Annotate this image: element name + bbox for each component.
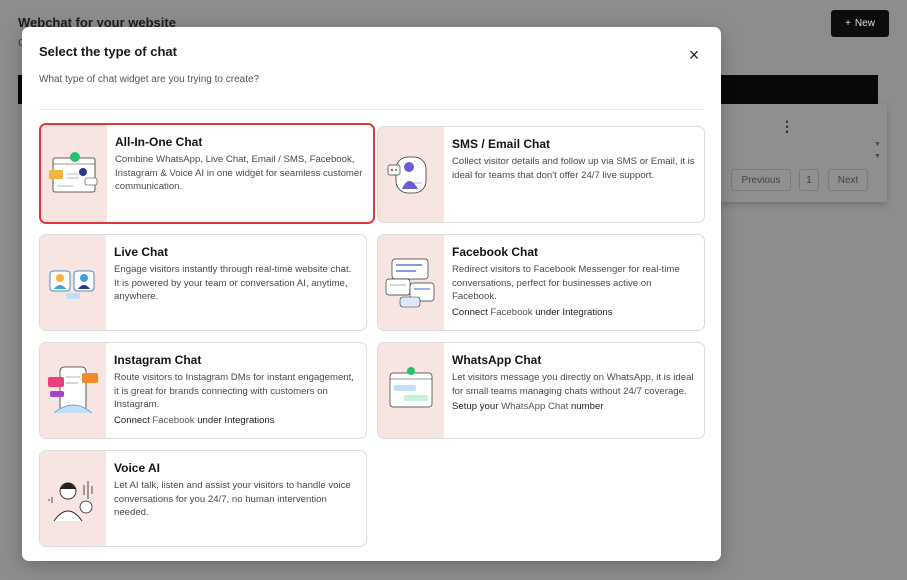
- voice-ai-illustration-icon: [40, 451, 106, 546]
- option-description: Let AI talk, listen and assist your visi…: [114, 480, 351, 519]
- option-title: Facebook Chat: [452, 245, 539, 259]
- note-prefix: Connect: [114, 415, 153, 427]
- note-suffix: under Integrations: [194, 415, 275, 427]
- option-title: Instagram Chat: [114, 353, 202, 367]
- instagram-chat-illustration-icon: [40, 343, 106, 438]
- kebab-menu-icon[interactable]: ⋮: [780, 118, 794, 135]
- modal-title: Select the type of chat: [39, 44, 177, 59]
- previous-page-button[interactable]: Previous: [731, 169, 791, 191]
- note-suffix: under Integrations: [532, 307, 613, 319]
- whatsapp-chat-illustration-icon: [378, 343, 444, 438]
- option-description: Let visitors message you directly on Wha…: [452, 372, 694, 397]
- option-sms-email-chat[interactable]: SMS / Email Chat Collect visitor details…: [377, 126, 705, 223]
- close-icon[interactable]: ×: [685, 46, 703, 64]
- option-note: Setup your WhatsApp Chat number: [452, 400, 696, 414]
- sms-email-illustration-icon: [378, 127, 444, 222]
- option-description: Engage visitors instantly through real-t…: [114, 264, 352, 303]
- modal-subtitle: What type of chat widget are you trying …: [39, 74, 260, 85]
- option-voice-ai[interactable]: Voice AI Let AI talk, listen and assist …: [39, 450, 367, 547]
- note-suffix: number: [568, 401, 604, 413]
- option-title: All-In-One Chat: [115, 135, 203, 149]
- new-button[interactable]: + New: [831, 10, 889, 37]
- option-title: WhatsApp Chat: [452, 353, 542, 367]
- option-description: Route visitors to Instagram DMs for inst…: [114, 372, 354, 411]
- option-all-in-one-chat[interactable]: All-In-One Chat Combine WhatsApp, Live C…: [39, 123, 375, 224]
- option-description: Combine WhatsApp, Live Chat, Email / SMS…: [115, 154, 363, 193]
- option-title: SMS / Email Chat: [452, 137, 551, 151]
- facebook-integration-link[interactable]: Facebook: [152, 415, 194, 426]
- next-page-button[interactable]: Next: [828, 169, 868, 191]
- option-whatsapp-chat[interactable]: WhatsApp Chat Let visitors message you d…: [377, 342, 705, 439]
- option-facebook-chat[interactable]: Facebook Chat Redirect visitors to Faceb…: [377, 234, 705, 331]
- option-description: Redirect visitors to Facebook Messenger …: [452, 264, 680, 303]
- option-instagram-chat[interactable]: Instagram Chat Route visitors to Instagr…: [39, 342, 367, 439]
- note-prefix: Connect: [452, 307, 491, 319]
- live-chat-illustration-icon: [40, 235, 106, 330]
- plus-icon: +: [845, 18, 851, 29]
- divider: [39, 109, 704, 110]
- caret-up-icon: ▼: [874, 141, 881, 148]
- option-description: Collect visitor details and follow up vi…: [452, 156, 695, 181]
- option-live-chat[interactable]: Live Chat Engage visitors instantly thro…: [39, 234, 367, 331]
- all-in-one-chat-illustration-icon: [41, 125, 107, 222]
- option-title: Live Chat: [114, 245, 169, 259]
- option-title: Voice AI: [114, 461, 161, 475]
- whatsapp-setup-link[interactable]: WhatsApp Chat: [501, 401, 568, 412]
- facebook-chat-illustration-icon: [378, 235, 444, 330]
- option-note: Connect Facebook under Integrations: [452, 306, 696, 320]
- facebook-integration-link[interactable]: Facebook: [490, 307, 532, 318]
- new-button-label: New: [854, 18, 875, 29]
- caret-down-icon: ▼: [874, 153, 881, 160]
- chat-type-modal: Select the type of chat What type of cha…: [22, 27, 721, 561]
- note-prefix: Setup your: [452, 401, 502, 413]
- option-note: Connect Facebook under Integrations: [114, 414, 358, 428]
- current-page-button[interactable]: 1: [799, 169, 819, 191]
